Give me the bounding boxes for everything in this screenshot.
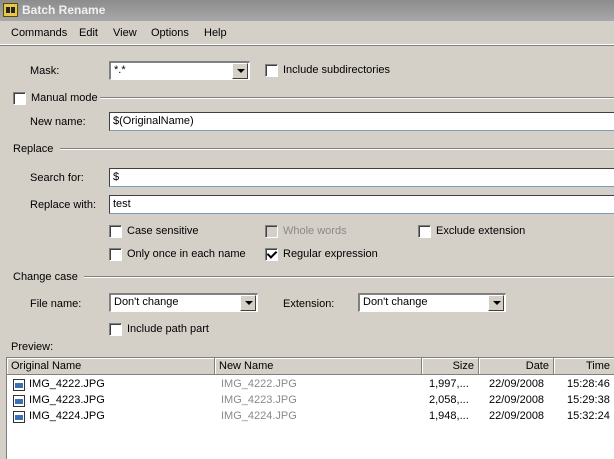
replace-group-label: Replace (13, 143, 54, 155)
search-for-label: Search for: (30, 172, 84, 184)
menu-options[interactable]: Options (151, 27, 189, 39)
extension-case-value: Don't change (363, 296, 428, 308)
include-subdirectories-label: Include subdirectories (283, 64, 391, 76)
column-header-new-name[interactable]: New Name (215, 358, 422, 375)
time-cell: 15:29:38 (567, 394, 610, 406)
column-header-date[interactable]: Date (479, 358, 554, 375)
mask-dropdown-button[interactable] (232, 63, 248, 79)
column-header-original-name[interactable]: Original Name (7, 358, 215, 375)
mask-combo[interactable]: *.* (109, 61, 250, 80)
regular-expression-label: Regular expression (283, 248, 378, 260)
original-name-cell: IMG_4223.JPG (29, 394, 105, 406)
case-sensitive-checkbox[interactable] (109, 225, 122, 238)
include-subdirectories-checkbox[interactable] (265, 64, 278, 77)
extension-case-dropdown-button[interactable] (488, 295, 504, 311)
file-name-case-label: File name: (30, 298, 82, 310)
new-name-cell: IMG_4223.JPG (221, 394, 297, 406)
date-cell: 22/09/2008 (489, 394, 545, 406)
preview-list[interactable]: Original Name New Name Size Date Time IM… (6, 357, 614, 459)
new-name-label: New name: (30, 116, 86, 128)
whole-words-label: Whole words (283, 225, 347, 237)
manual-mode-label: Manual mode (31, 92, 98, 104)
size-cell: 1,997,... (429, 378, 469, 390)
manual-mode-checkbox[interactable] (13, 92, 26, 105)
only-once-label: Only once in each name (127, 248, 246, 260)
change-case-divider (84, 276, 614, 278)
date-cell: 22/09/2008 (489, 410, 545, 422)
new-name-cell: IMG_4224.JPG (221, 410, 297, 422)
new-name-cell: IMG_4222.JPG (221, 378, 297, 390)
extension-case-combo[interactable]: Don't change (358, 293, 506, 312)
manual-mode-divider (100, 97, 614, 99)
menu-commands[interactable]: Commands (11, 27, 67, 39)
case-sensitive-label: Case sensitive (127, 225, 199, 237)
date-cell: 22/09/2008 (489, 378, 545, 390)
include-path-part-label: Include path part (127, 323, 209, 335)
image-file-icon (13, 395, 25, 407)
original-name-cell: IMG_4224.JPG (29, 410, 105, 422)
image-file-icon (13, 379, 25, 391)
exclude-extension-checkbox[interactable] (418, 225, 431, 238)
menu-edit[interactable]: Edit (79, 27, 98, 39)
mask-label: Mask: (30, 65, 60, 77)
table-row[interactable]: IMG_4224.JPG IMG_4224.JPG 1,948,... 22/0… (7, 409, 614, 425)
menu-help[interactable]: Help (204, 27, 227, 39)
image-file-icon (13, 411, 25, 423)
column-header-size[interactable]: Size (422, 358, 479, 375)
table-row[interactable]: IMG_4222.JPG IMG_4222.JPG 1,997,... 22/0… (7, 377, 614, 393)
size-cell: 2,058,... (429, 394, 469, 406)
only-once-checkbox[interactable] (109, 248, 122, 261)
time-cell: 15:32:24 (567, 410, 610, 422)
new-name-field[interactable]: $(OriginalName) (109, 112, 614, 131)
time-cell: 15:28:46 (567, 378, 610, 390)
table-row[interactable]: IMG_4223.JPG IMG_4223.JPG 2,058,... 22/0… (7, 393, 614, 409)
column-header-time[interactable]: Time (554, 358, 614, 375)
replace-with-field[interactable]: test (109, 195, 614, 214)
exclude-extension-label: Exclude extension (436, 225, 526, 237)
mask-value: *.* (114, 64, 126, 76)
change-case-group-label: Change case (13, 271, 78, 283)
include-path-part-checkbox[interactable] (109, 323, 122, 336)
replace-with-label: Replace with: (30, 199, 97, 211)
window-title: Batch Rename (22, 3, 106, 17)
whole-words-checkbox[interactable] (265, 225, 278, 238)
extension-case-label: Extension: (283, 298, 335, 310)
app-icon (3, 3, 18, 17)
preview-label: Preview: (11, 341, 54, 353)
menu-view[interactable]: View (113, 27, 137, 39)
original-name-cell: IMG_4222.JPG (29, 378, 105, 390)
replace-divider (60, 148, 614, 150)
size-cell: 1,948,... (429, 410, 469, 422)
regular-expression-checkbox[interactable] (265, 248, 278, 261)
file-name-case-value: Don't change (114, 296, 179, 308)
file-name-case-combo[interactable]: Don't change (109, 293, 258, 312)
file-name-case-dropdown-button[interactable] (240, 295, 256, 311)
search-for-field[interactable]: $ (109, 168, 614, 187)
